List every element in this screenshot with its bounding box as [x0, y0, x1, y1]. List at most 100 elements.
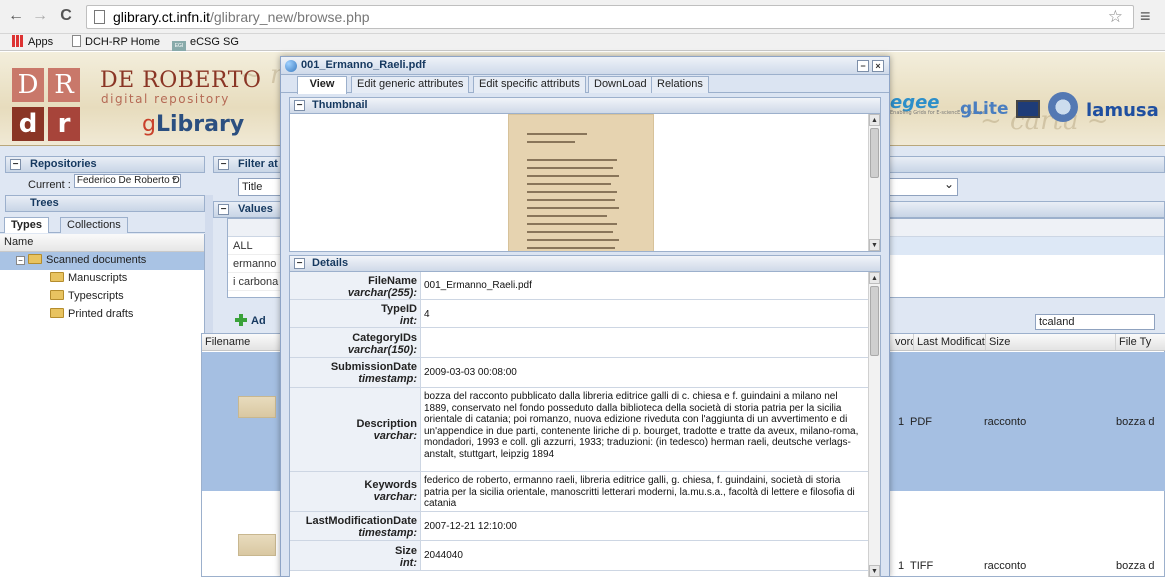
cell-size: racconto: [984, 560, 1027, 572]
folder-icon: [28, 254, 42, 264]
tab-edit-specific[interactable]: Edit specific attributs: [473, 76, 586, 93]
collapse-icon[interactable]: −: [294, 258, 305, 269]
repositories-panel-header[interactable]: − Repositories: [5, 156, 205, 173]
tab-collections[interactable]: Collections: [60, 217, 128, 233]
repository-select[interactable]: Federico De Roberto D: [73, 174, 181, 188]
forward-icon[interactable]: →: [30, 6, 50, 26]
close-icon[interactable]: ×: [872, 60, 884, 72]
page-icon: [94, 10, 105, 24]
bookmark-star-icon[interactable]: ☆: [1108, 7, 1123, 27]
plus-icon: [235, 314, 247, 326]
details-table: FileName varchar(255): 001_Ermanno_Raeli.…: [289, 272, 881, 577]
detail-value: 2044040: [424, 550, 463, 561]
collapse-icon[interactable]: −: [218, 159, 229, 170]
file-icon: [285, 60, 297, 72]
tree-column-header[interactable]: Name: [0, 234, 204, 252]
cell-count: 1: [898, 416, 905, 428]
detail-key: SubmissionDate: [330, 361, 417, 373]
url-text: glibrary.ct.infn.it/glibrary_new/browse.…: [113, 9, 370, 25]
scroll-up-icon[interactable]: ▲: [869, 114, 880, 126]
menu-icon[interactable]: ≡: [1140, 6, 1151, 27]
detail-value: 001_Ermanno_Raeli.pdf: [424, 280, 532, 291]
detail-value: 4: [424, 309, 430, 320]
bookmark-dch-rp[interactable]: DCH-RP Home: [72, 35, 160, 50]
flag-logo[interactable]: [1016, 100, 1040, 118]
egi-icon: EGI: [172, 41, 186, 51]
back-icon[interactable]: ←: [6, 6, 26, 26]
scroll-up-icon[interactable]: ▲: [869, 272, 880, 284]
column-size[interactable]: Size: [986, 334, 1116, 350]
column-file-type[interactable]: File Ty: [1116, 334, 1165, 350]
detail-type: varchar:: [373, 430, 417, 442]
column-count[interactable]: vorc: [892, 334, 914, 350]
scroll-down-icon[interactable]: ▼: [869, 239, 880, 251]
detail-value: bozza del racconto pubblicato dalla libr…: [424, 391, 859, 460]
bookmark-ecsg[interactable]: EGI eCSG SG: [172, 35, 239, 51]
cell-size: racconto: [984, 416, 1027, 428]
tab-edit-generic[interactable]: Edit generic attributes: [351, 76, 470, 93]
detail-value: federico de roberto, ermanno raeli, libr…: [424, 475, 855, 509]
tab-download[interactable]: DownLoad: [588, 76, 653, 93]
lamusa-logo[interactable]: lamusa: [1086, 100, 1159, 134]
detail-type: int:: [399, 315, 417, 327]
brand-subtitle: digital repository: [101, 92, 230, 106]
detail-key: Size: [394, 545, 417, 557]
logo-letter: R: [48, 68, 80, 102]
tree-item-manuscripts[interactable]: Manuscripts: [0, 270, 204, 288]
trees-tabs: Types Collections: [0, 216, 205, 233]
cell-file-type: bozza d: [1116, 416, 1155, 428]
detail-row: SubmissionDate timestamp: 2009-03-03 00:0…: [290, 358, 868, 388]
logo-letter: r: [48, 107, 80, 141]
detail-type: varchar(150):: [347, 344, 417, 356]
minimize-icon[interactable]: −: [857, 60, 869, 72]
list-item[interactable]: i carbona: [228, 273, 286, 291]
glite-logo[interactable]: gLite: [960, 99, 1009, 133]
detail-type: varchar(255):: [347, 287, 417, 299]
file-details-window: 001_Ermanno_Raeli.pdf − × View Edit gene…: [280, 56, 890, 577]
thumbnail-section-header[interactable]: − Thumbnail: [289, 97, 881, 114]
collapse-icon[interactable]: −: [218, 204, 229, 215]
window-title-bar[interactable]: 001_Ermanno_Raeli.pdf − ×: [281, 57, 889, 75]
detail-row: Description varchar: bozza del racconto p…: [290, 388, 868, 472]
detail-value: 2007-12-21 12:10:00: [424, 521, 517, 532]
values-list: ALL ermanno i carbona: [227, 218, 287, 298]
reload-icon[interactable]: C: [56, 6, 76, 26]
detail-type: varchar:: [373, 491, 417, 503]
collapse-node-icon[interactable]: −: [16, 256, 25, 265]
detail-key: Keywords: [364, 479, 417, 491]
tree-item-typescripts[interactable]: Typescripts: [0, 288, 204, 306]
cell-file-type: bozza d: [1116, 560, 1155, 572]
values-list-right: [878, 218, 1165, 298]
collapse-icon[interactable]: −: [10, 159, 21, 170]
cell-type: PDF: [910, 416, 932, 428]
brand-name: DE ROBERTO: [100, 68, 262, 93]
bookmark-apps[interactable]: Apps: [12, 35, 53, 50]
folder-icon: [50, 272, 64, 282]
details-scrollbar[interactable]: ▲ ▼: [868, 272, 880, 577]
glibrary-logo: gLibrary: [142, 112, 245, 137]
details-section-header[interactable]: − Details: [289, 255, 881, 272]
tree-item-scanned-documents[interactable]: − Scanned documents: [0, 252, 204, 270]
logo-letter: D: [12, 68, 44, 102]
types-tree: Name − Scanned documents Manuscripts Type…: [0, 234, 205, 577]
university-seal-logo[interactable]: [1048, 92, 1078, 122]
search-input[interactable]: tcaland: [1035, 314, 1155, 330]
column-last-modified[interactable]: Last Modificat: [914, 334, 986, 350]
cell-type: TIFF: [910, 560, 934, 572]
detail-row: Keywords varchar: federico de roberto, er…: [290, 472, 868, 512]
tab-types[interactable]: Types: [4, 217, 49, 233]
list-item[interactable]: ALL: [228, 237, 286, 255]
add-button[interactable]: Ad: [235, 312, 266, 330]
list-item[interactable]: [879, 237, 1164, 255]
thumbnail-area: ▲ ▼: [289, 114, 881, 252]
tree-item-printed-drafts[interactable]: Printed drafts: [0, 306, 204, 324]
tab-relations[interactable]: Relations: [651, 76, 709, 93]
collapse-icon[interactable]: −: [294, 100, 305, 111]
trees-panel-header[interactable]: Trees: [5, 195, 205, 212]
thumbnail-scrollbar[interactable]: ▲ ▼: [868, 114, 880, 251]
browser-toolbar: ← → C glibrary.ct.infn.it/glibrary_new/b…: [0, 0, 1165, 34]
tab-view[interactable]: View: [297, 76, 347, 94]
list-item[interactable]: ermanno: [228, 255, 286, 273]
address-bar[interactable]: glibrary.ct.infn.it/glibrary_new/browse.…: [86, 5, 1134, 29]
scroll-down-icon[interactable]: ▼: [869, 565, 880, 577]
